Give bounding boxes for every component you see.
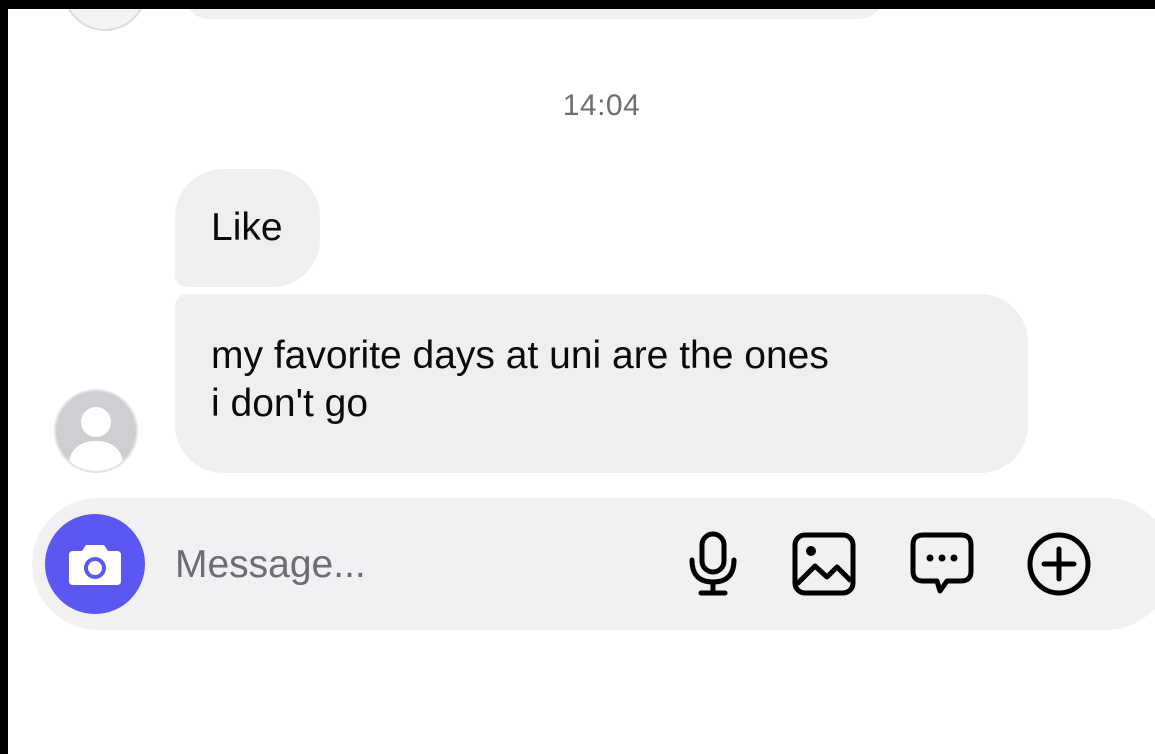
sticker-icon bbox=[910, 532, 974, 594]
previous-message-bubble[interactable] bbox=[184, 9, 884, 19]
message-text-line: my favorite days at uni are the ones bbox=[211, 334, 829, 377]
gallery-icon bbox=[792, 532, 856, 596]
message-timestamp: 14:04 bbox=[562, 89, 641, 122]
microphone-button[interactable] bbox=[678, 529, 748, 599]
sticker-button[interactable] bbox=[907, 529, 977, 599]
microphone-icon bbox=[689, 531, 737, 596]
camera-button[interactable] bbox=[45, 514, 145, 614]
message-text-line: i don't go bbox=[211, 382, 369, 425]
plus-icon bbox=[1027, 532, 1091, 596]
default-user-icon bbox=[68, 407, 124, 471]
message-input[interactable] bbox=[175, 540, 655, 590]
sender-avatar[interactable] bbox=[54, 389, 138, 473]
message-bubble[interactable]: my favorite days at uni are the ones i d… bbox=[175, 294, 1028, 473]
message-composer bbox=[32, 498, 1155, 630]
more-options-button[interactable] bbox=[1024, 529, 1094, 599]
gallery-button[interactable] bbox=[789, 529, 859, 599]
chat-screen: 14:04 Like my favorite days at uni are t… bbox=[8, 9, 1155, 754]
camera-icon bbox=[69, 545, 121, 585]
message-bubble[interactable]: Like bbox=[175, 169, 320, 287]
message-text: Like bbox=[211, 206, 283, 249]
previous-sender-avatar bbox=[63, 9, 147, 31]
